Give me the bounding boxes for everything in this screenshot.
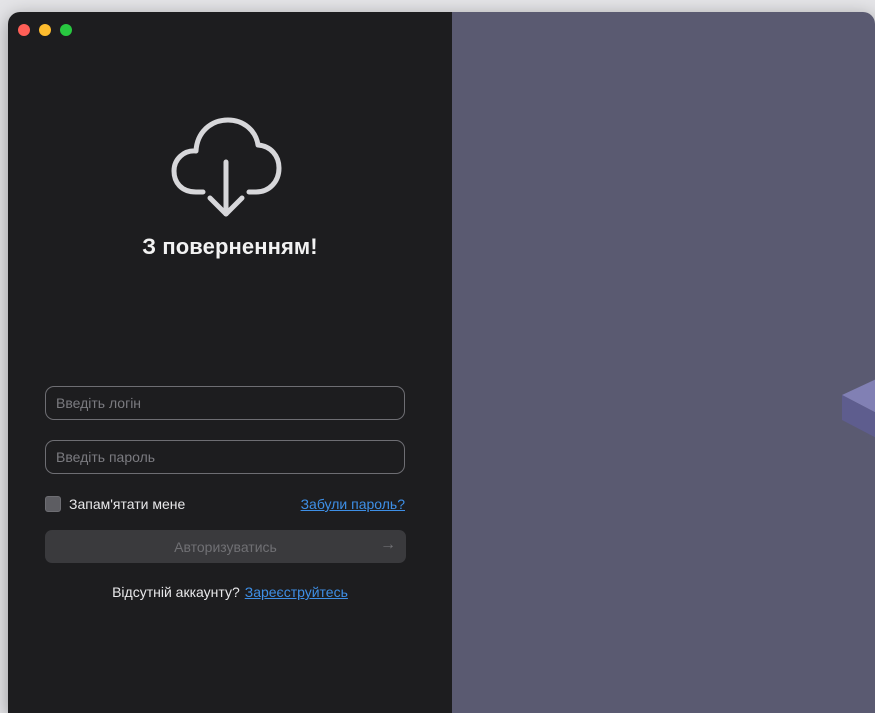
forgot-password-link[interactable]: Забули пароль? xyxy=(301,496,405,512)
remember-me[interactable]: Запам'ятати мене xyxy=(45,496,185,512)
zoom-window-button[interactable] xyxy=(60,24,72,36)
window-controls xyxy=(18,24,72,36)
login-button-label: Авторизуватись xyxy=(174,538,277,555)
app-window: З поверненням! Запам'ятати мене Забули п… xyxy=(8,12,875,713)
remember-me-checkbox[interactable] xyxy=(45,496,61,512)
login-button[interactable]: Авторизуватись → xyxy=(45,530,406,563)
password-input[interactable] xyxy=(45,440,405,474)
close-window-button[interactable] xyxy=(18,24,30,36)
arrow-right-icon: → xyxy=(380,536,396,553)
cloud-download-icon xyxy=(171,117,282,217)
no-account-text: Відсутній аккаунту? xyxy=(112,584,240,600)
page-title: З поверненням! xyxy=(142,234,318,259)
login-input[interactable] xyxy=(45,386,405,420)
minimize-window-button[interactable] xyxy=(39,24,51,36)
login-panel: З поверненням! Запам'ятати мене Забули п… xyxy=(8,12,452,713)
workspace-illustration xyxy=(834,323,875,501)
illustration-panel xyxy=(452,12,875,713)
signup-prompt: Відсутній аккаунту? Зареєструйтесь xyxy=(8,584,452,600)
register-link[interactable]: Зареєструйтесь xyxy=(245,584,348,600)
remember-me-label: Запам'ятати мене xyxy=(69,496,186,512)
